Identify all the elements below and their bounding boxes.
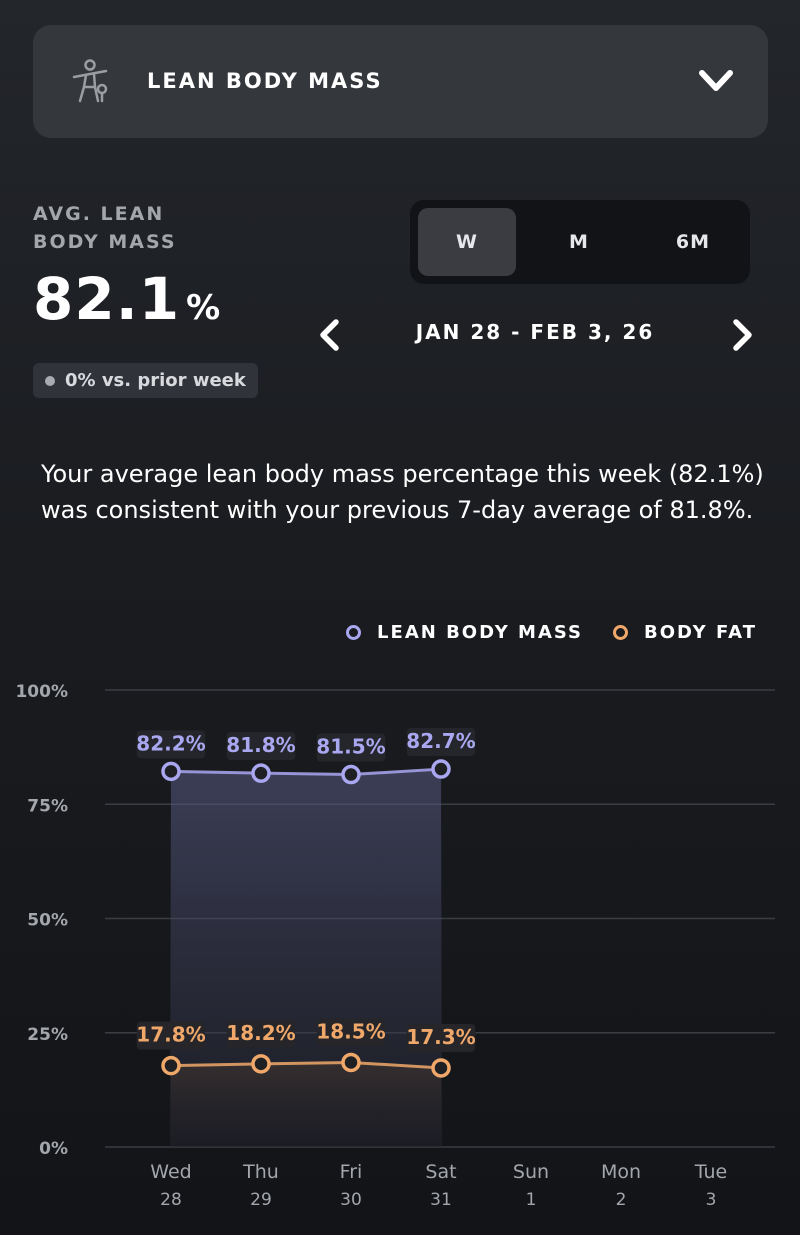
status-dot	[45, 375, 55, 386]
x-tick-day: Tue	[694, 1161, 727, 1183]
legend-label-fat: BODY FAT	[644, 622, 757, 643]
x-tick-day: Fri	[340, 1161, 363, 1183]
avg-label: AVG. LEAN BODY MASS	[33, 203, 177, 253]
range-tabs: W M 6M	[410, 200, 750, 284]
avg-value: 82.1%	[33, 264, 221, 343]
fat-data-label: 18.2%	[226, 1021, 295, 1045]
x-tick-day: Wed	[150, 1161, 191, 1183]
x-tick-date: 3	[706, 1190, 717, 1210]
tab-six-months[interactable]: 6M	[644, 208, 742, 276]
legend-item-lean: LEAN BODY MASS	[346, 622, 583, 643]
lean-data-label: 81.8%	[226, 733, 295, 757]
fat-point	[161, 1055, 181, 1076]
y-tick-label: 75%	[27, 796, 68, 816]
body-composition-chart: 0% 25% 50% 75% 100% 82.2% 81.8% 81.5% 82.7% 17.8%…	[15, 682, 775, 1210]
metric-title: LEAN BODY MASS	[147, 69, 383, 93]
x-tick-day: Thu	[242, 1161, 279, 1183]
x-tick-day: Sat	[425, 1161, 456, 1183]
x-tick-date: 1	[526, 1190, 537, 1210]
lean-point	[341, 764, 361, 785]
legend-label-lean: LEAN BODY MASS	[377, 622, 583, 643]
x-tick-date: 2	[616, 1190, 627, 1210]
chevron-right-icon[interactable]	[730, 318, 756, 352]
lean-point	[431, 759, 451, 779]
y-tick-label: 100%	[15, 682, 68, 702]
date-range: JAN 28 - FEB 3, 26	[415, 320, 655, 344]
fat-data-label: 18.5%	[316, 1019, 385, 1043]
body-figure-icon	[72, 59, 108, 103]
tab-month[interactable]: M	[530, 208, 628, 276]
change-badge: 0% vs. prior week	[33, 363, 258, 398]
tab-week[interactable]: W	[418, 208, 516, 276]
chevron-left-icon[interactable]	[316, 318, 342, 352]
lean-data-label: 82.2%	[136, 731, 205, 755]
insight-text: Your average lean body mass percentage t…	[41, 460, 764, 524]
fat-area-fill	[170, 1062, 442, 1147]
x-tick-date: 31	[430, 1190, 452, 1210]
chart-legend: LEAN BODY MASS BODY FAT	[346, 622, 757, 643]
x-tick-date: 29	[250, 1190, 272, 1210]
fat-data-label: 17.3%	[406, 1025, 475, 1049]
fat-point	[431, 1058, 451, 1078]
y-tick-label: 50%	[27, 911, 68, 931]
x-tick-date: 28	[160, 1190, 182, 1210]
lean-data-label: 82.7%	[406, 729, 475, 753]
fat-data-label: 17.8%	[136, 1023, 205, 1047]
lean-point	[161, 761, 181, 782]
lean-data-label: 81.5%	[316, 735, 385, 759]
x-tick-date: 30	[340, 1190, 362, 1210]
legend-marker-fat	[613, 625, 628, 640]
avg-number: 82.1	[33, 265, 181, 333]
legend-item-fat: BODY FAT	[613, 622, 757, 643]
chevron-down-icon[interactable]	[698, 68, 734, 94]
y-tick-label: 0%	[39, 1139, 68, 1159]
x-tick-day: Mon	[601, 1161, 641, 1183]
metric-selector[interactable]	[33, 25, 768, 138]
x-tick-day: Sun	[513, 1161, 549, 1183]
lean-point	[251, 763, 271, 783]
y-tick-label: 25%	[27, 1025, 68, 1045]
legend-marker-lean	[346, 625, 362, 640]
avg-unit: %	[186, 288, 222, 328]
fat-point	[251, 1054, 271, 1074]
fat-point	[341, 1052, 361, 1073]
change-text: 0% vs. prior week	[65, 370, 246, 391]
